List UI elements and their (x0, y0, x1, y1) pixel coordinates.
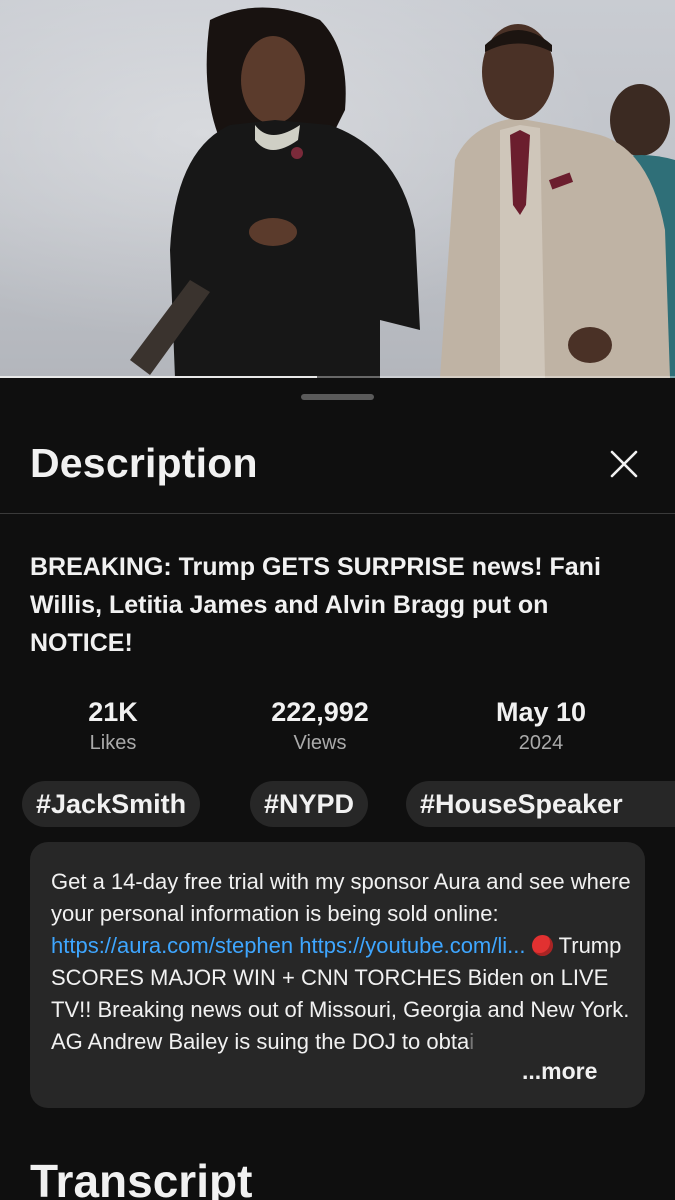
video-stats: 21K Likes 222,992 Views May 10 2024 (0, 696, 675, 756)
stat-likes: 21K Likes (63, 696, 163, 758)
video-player[interactable] (0, 0, 675, 378)
upload-year: 2024 (518, 732, 564, 754)
panel-title: Description (30, 440, 258, 486)
hashtag-housespeaker[interactable]: #HouseSpeaker (406, 781, 675, 827)
description-text: Get a 14-day free trial with my sponsor … (51, 866, 631, 1058)
video-progress-bar[interactable] (0, 376, 675, 378)
aura-link[interactable]: https://aura.com/stephen (51, 933, 293, 958)
likes-count: 21K (88, 697, 138, 727)
video-frame (130, 7, 675, 378)
likes-label: Likes (89, 732, 137, 754)
youtube-link[interactable]: https://youtube.com/li... (299, 933, 525, 958)
views-label: Views (293, 732, 347, 754)
close-button[interactable] (600, 440, 648, 488)
hashtag-jacksmith[interactable]: #JackSmith (22, 781, 201, 827)
hashtag-nypd[interactable]: #NYPD (250, 781, 369, 827)
video-progress-fill (0, 376, 318, 378)
description-box[interactable]: Get a 14-day free trial with my sponsor … (30, 842, 645, 1108)
description-intro: Get a 14-day free trial with my sponsor … (51, 869, 631, 926)
stat-date: May 10 2024 (471, 696, 611, 758)
drag-handle[interactable] (301, 394, 374, 400)
close-icon (610, 450, 638, 478)
upload-date: May 10 (495, 697, 587, 727)
stat-views: 222,992 Views (250, 696, 390, 758)
video-title: BREAKING: Trump GETS SURPRISE news! Fani… (30, 553, 601, 657)
description-fade: i (469, 1029, 475, 1054)
views-count: 222,992 (271, 697, 369, 727)
description-panel: Description BREAKING: Trump GETS SURPRIS… (0, 380, 675, 1200)
transcript-heading: Transcript (30, 1155, 253, 1200)
more-button[interactable]: ...more (522, 1058, 597, 1085)
hashtag-row: #JackSmith #NYPD #HouseSpeaker (0, 781, 675, 827)
divider (0, 513, 675, 514)
red-circle-icon (531, 935, 553, 956)
